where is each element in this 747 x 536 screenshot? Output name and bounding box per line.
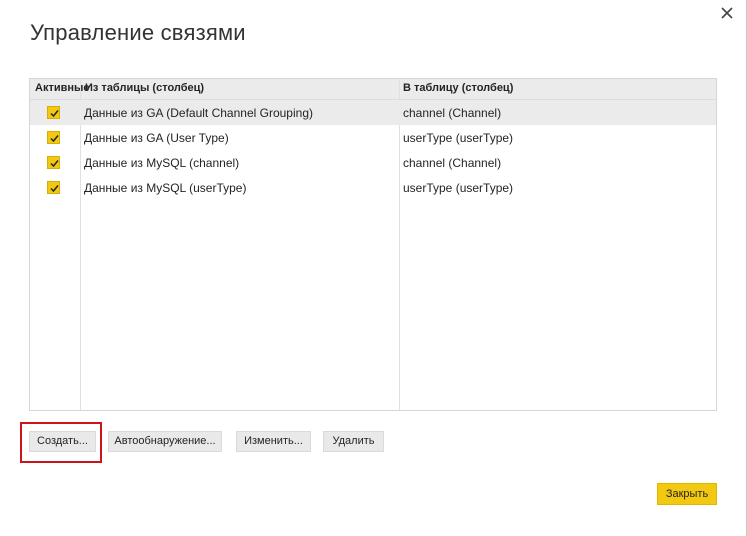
edit-button[interactable]: Изменить... <box>236 431 311 452</box>
active-checkbox[interactable] <box>47 156 60 169</box>
dialog-title: Управление связями <box>30 20 246 45</box>
create-button[interactable]: Создать... <box>29 431 96 452</box>
table-header: Активные Из таблицы (столбец) В таблицу … <box>30 79 716 100</box>
active-checkbox[interactable] <box>47 131 60 144</box>
to-cell: channel (Channel) <box>403 156 502 170</box>
active-checkbox[interactable] <box>47 181 60 194</box>
to-cell: userType (userType) <box>403 131 514 145</box>
table-row[interactable]: Данные из MySQL (channel) channel (Chann… <box>30 150 716 175</box>
table-row[interactable]: Данные из GA (Default Channel Grouping) … <box>30 100 716 125</box>
table-row[interactable]: Данные из MySQL (userType) userType (use… <box>30 175 716 200</box>
column-header-to[interactable]: В таблицу (столбец) <box>403 82 513 94</box>
table-row[interactable]: Данные из GA (User Type) userType (userT… <box>30 125 716 150</box>
from-cell: Данные из GA (User Type) <box>84 131 229 145</box>
active-checkbox[interactable] <box>47 106 60 119</box>
delete-button[interactable]: Удалить <box>323 431 384 452</box>
column-header-active[interactable]: Активные <box>35 82 90 94</box>
autodetect-button[interactable]: Автообнаружение... <box>108 431 222 452</box>
from-cell: Данные из MySQL (userType) <box>84 181 247 195</box>
close-button[interactable]: Закрыть <box>657 483 717 505</box>
close-icon[interactable] <box>718 4 736 22</box>
manage-relationships-dialog: Управление связями Активные Из таблицы (… <box>0 0 747 536</box>
to-cell: userType (userType) <box>403 181 514 195</box>
from-cell: Данные из GA (Default Channel Grouping) <box>84 106 313 120</box>
column-header-from[interactable]: Из таблицы (столбец) <box>85 82 204 94</box>
to-cell: channel (Channel) <box>403 106 502 120</box>
from-cell: Данные из MySQL (channel) <box>84 156 240 170</box>
relationships-table: Активные Из таблицы (столбец) В таблицу … <box>29 78 717 411</box>
